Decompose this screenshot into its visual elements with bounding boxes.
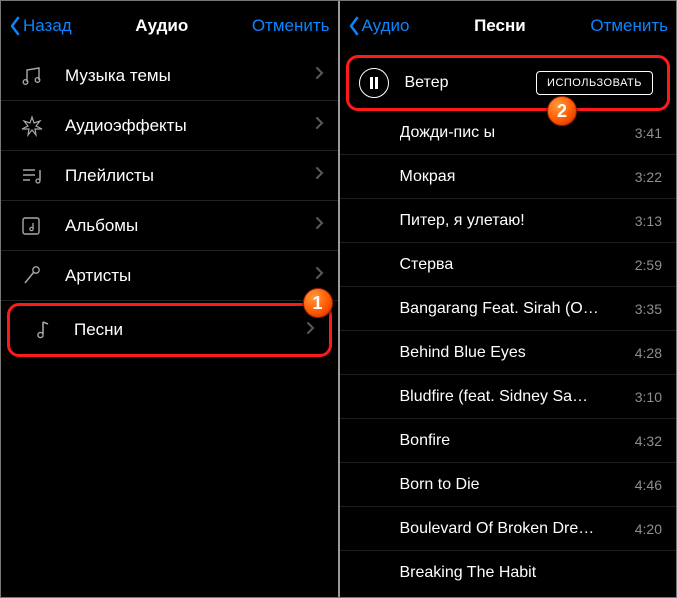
pause-button[interactable] <box>359 68 389 98</box>
navbar: Аудио Песни Отменить <box>340 1 677 51</box>
song-title: Стерва <box>400 256 627 274</box>
screen-audio-categories: Назад Аудио Отменить Музыка темы Аудиоэф… <box>1 1 338 597</box>
category-row-artists[interactable]: Артисты <box>1 251 338 301</box>
song-title: Behind Blue Eyes <box>400 344 627 362</box>
song-title: Bludfire (feat. Sidney Sa… <box>400 388 627 406</box>
highlight-songs: Песни 1 <box>7 303 332 357</box>
back-button[interactable]: Назад <box>9 16 72 36</box>
chevron-right-icon <box>315 166 324 185</box>
song-duration: 3:41 <box>635 125 662 141</box>
back-label: Аудио <box>362 16 410 36</box>
highlight-use: Ветер ИСПОЛЬЗОВАТЬ 2 <box>346 55 671 111</box>
nav-title: Аудио <box>135 16 188 36</box>
category-row-audio-effects[interactable]: Аудиоэффекты <box>1 101 338 151</box>
category-label: Песни <box>74 320 306 340</box>
callout-badge-1: 1 <box>303 288 333 318</box>
song-duration: 4:28 <box>635 345 662 361</box>
chevron-right-icon <box>315 66 324 85</box>
category-row-albums[interactable]: Альбомы <box>1 201 338 251</box>
category-row-songs[interactable]: Песни <box>10 306 329 354</box>
song-duration: 3:13 <box>635 213 662 229</box>
back-button[interactable]: Аудио <box>348 16 410 36</box>
song-row[interactable]: Behind Blue Eyes 4:28 <box>340 331 677 375</box>
song-title: Born to Die <box>400 476 627 494</box>
song-duration: 4:32 <box>635 433 662 449</box>
chevron-right-icon <box>315 116 324 135</box>
category-list: Музыка темы Аудиоэффекты Плейлисты Альбо… <box>1 51 338 597</box>
pause-icon <box>369 77 379 89</box>
song-row[interactable]: Bonfire 4:32 <box>340 419 677 463</box>
category-label: Музыка темы <box>65 66 315 86</box>
song-duration: 3:22 <box>635 169 662 185</box>
cancel-button[interactable]: Отменить <box>590 16 668 36</box>
song-row[interactable]: Мокрая 3:22 <box>340 155 677 199</box>
song-row[interactable]: Born to Die 4:46 <box>340 463 677 507</box>
song-row-playing[interactable]: Ветер ИСПОЛЬЗОВАТЬ <box>349 58 668 108</box>
song-duration: 3:10 <box>635 389 662 405</box>
song-title: Ветер <box>405 74 537 92</box>
song-title: Bonfire <box>400 432 627 450</box>
chevron-right-icon <box>315 266 324 285</box>
screen-songs-list: Аудио Песни Отменить Ветер ИСПОЛЬЗОВАТЬ … <box>338 1 677 597</box>
back-label: Назад <box>23 16 72 36</box>
song-title: Boulevard Of Broken Dre… <box>400 520 627 538</box>
song-title: Breaking The Habit <box>400 564 655 582</box>
song-duration: 2:59 <box>635 257 662 273</box>
burst-icon <box>19 115 45 137</box>
song-row[interactable]: Bludfire (feat. Sidney Sa… 3:10 <box>340 375 677 419</box>
note-icon <box>28 319 54 341</box>
navbar: Назад Аудио Отменить <box>1 1 338 51</box>
chevron-right-icon <box>315 216 324 235</box>
category-row-theme-music[interactable]: Музыка темы <box>1 51 338 101</box>
song-row[interactable]: Bangarang Feat. Sirah (O… 3:35 <box>340 287 677 331</box>
song-row[interactable]: Boulevard Of Broken Dre… 4:20 <box>340 507 677 551</box>
playlist-icon <box>19 165 45 187</box>
category-label: Плейлисты <box>65 166 315 186</box>
category-label: Аудиоэффекты <box>65 116 315 136</box>
song-duration: 4:20 <box>635 521 662 537</box>
chevron-back-icon <box>9 16 21 36</box>
microphone-icon <box>19 265 45 287</box>
category-label: Альбомы <box>65 216 315 236</box>
song-row[interactable]: Питер, я улетаю! 3:13 <box>340 199 677 243</box>
cancel-button[interactable]: Отменить <box>252 16 330 36</box>
chevron-back-icon <box>348 16 360 36</box>
song-title: Питер, я улетаю! <box>400 212 627 230</box>
album-icon <box>19 215 45 237</box>
song-title: Дожди-пис ы <box>400 124 627 142</box>
song-row[interactable]: Дожди-пис ы 3:41 <box>340 111 677 155</box>
song-row[interactable]: Стерва 2:59 <box>340 243 677 287</box>
music-notes-icon <box>19 65 45 87</box>
chevron-right-icon <box>306 321 315 340</box>
category-row-playlists[interactable]: Плейлисты <box>1 151 338 201</box>
song-title: Bangarang Feat. Sirah (O… <box>400 300 627 318</box>
song-duration: 3:35 <box>635 301 662 317</box>
song-duration: 4:46 <box>635 477 662 493</box>
nav-title: Песни <box>474 16 526 36</box>
song-list: Ветер ИСПОЛЬЗОВАТЬ 2 Дожди-пис ы 3:41 Мо… <box>340 51 677 597</box>
song-title: Мокрая <box>400 168 627 186</box>
category-label: Артисты <box>65 266 315 286</box>
use-button[interactable]: ИСПОЛЬЗОВАТЬ <box>536 71 653 95</box>
song-row[interactable]: Breaking The Habit <box>340 551 677 595</box>
